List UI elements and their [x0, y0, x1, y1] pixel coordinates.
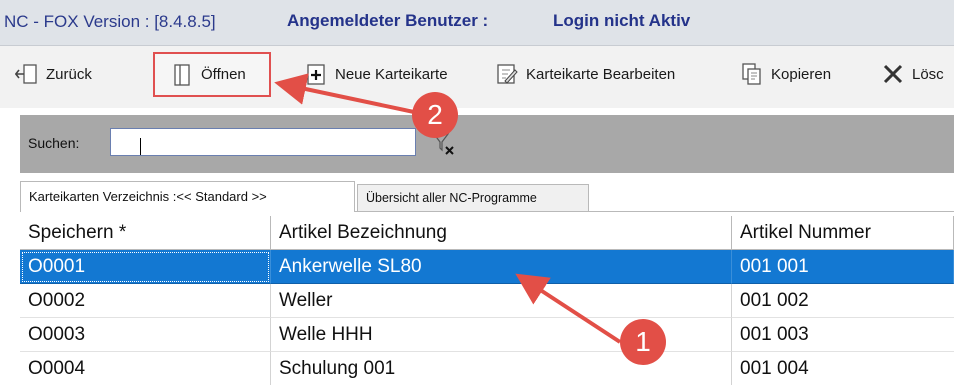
copy-icon — [739, 61, 765, 87]
new-card-label: Neue Karteikarte — [335, 65, 448, 83]
new-card-icon — [303, 61, 329, 87]
annotation-badge-1: 1 — [620, 319, 666, 365]
table-row[interactable]: O0003 Welle HHH 001 003 — [20, 318, 954, 352]
title-bar: NC - FOX Version : [8.4.8.5] Angemeldete… — [0, 0, 954, 46]
copy-button-label: Kopieren — [771, 65, 832, 83]
copy-button[interactable]: Kopieren — [739, 56, 831, 92]
edit-card-label: Karteikarte Bearbeiten — [526, 65, 676, 83]
cell-artikel-bezeichnung[interactable]: Ankerwelle SL80 — [271, 250, 732, 284]
open-button-label: Öffnen — [201, 66, 246, 83]
search-panel: Suchen: — [20, 115, 954, 173]
delete-button[interactable]: Lösc — [880, 56, 944, 92]
tab-karteikarten[interactable]: Karteikarten Verzeichnis :<< Standard >> — [20, 181, 355, 212]
back-button[interactable]: Zurück — [14, 56, 92, 92]
table-row[interactable]: O0001 Ankerwelle SL80 001 001 — [20, 250, 954, 284]
cell-artikel-nummer[interactable]: 001 002 — [732, 284, 954, 318]
table-header: Speichern * Artikel Bezeichnung Artikel … — [20, 216, 954, 250]
version-text: NC - FOX Version : [8.4.8.5] — [4, 12, 216, 31]
logged-in-user-value: Login nicht Aktiv — [553, 11, 691, 30]
cell-artikel-bezeichnung[interactable]: Schulung 001 — [271, 352, 732, 385]
cell-speichern[interactable]: O0003 — [20, 318, 271, 352]
edit-card-icon — [494, 61, 520, 87]
delete-icon — [880, 61, 906, 87]
delete-button-label: Lösc — [912, 65, 944, 83]
column-header-artikel-nummer[interactable]: Artikel Nummer — [732, 216, 954, 250]
cell-speichern[interactable]: O0002 — [20, 284, 271, 318]
annotation-badge-2: 2 — [412, 92, 458, 138]
back-icon — [14, 61, 40, 87]
search-input[interactable] — [110, 128, 416, 156]
open-button[interactable]: Öffnen — [153, 52, 271, 97]
table-row[interactable]: O0002 Weller 001 002 — [20, 284, 954, 318]
edit-card-button[interactable]: Karteikarte Bearbeiten — [494, 56, 675, 92]
search-label: Suchen: — [28, 135, 80, 151]
column-header-artikel-bezeichnung[interactable]: Artikel Bezeichnung — [271, 216, 732, 250]
table-row[interactable]: O0004 Schulung 001 001 004 — [20, 352, 954, 385]
toolbar: Zurück Öffnen Neue Karteikarte Karteikar… — [0, 46, 954, 108]
new-card-button[interactable]: Neue Karteikarte — [303, 56, 448, 92]
text-cursor — [140, 138, 141, 155]
tab-nc-programme[interactable]: Übersicht aller NC-Programme — [357, 184, 589, 211]
column-header-speichern[interactable]: Speichern * — [20, 216, 271, 250]
cell-artikel-nummer[interactable]: 001 004 — [732, 352, 954, 385]
back-button-label: Zurück — [46, 65, 92, 83]
cell-artikel-nummer[interactable]: 001 003 — [732, 318, 954, 352]
cell-artikel-bezeichnung[interactable]: Weller — [271, 284, 732, 318]
logged-in-user-label: Angemeldeter Benutzer : — [287, 11, 489, 30]
cell-speichern[interactable]: O0004 — [20, 352, 271, 385]
open-icon — [169, 62, 195, 88]
cell-artikel-nummer[interactable]: 001 001 — [732, 250, 954, 284]
cell-speichern[interactable]: O0001 — [20, 250, 271, 284]
